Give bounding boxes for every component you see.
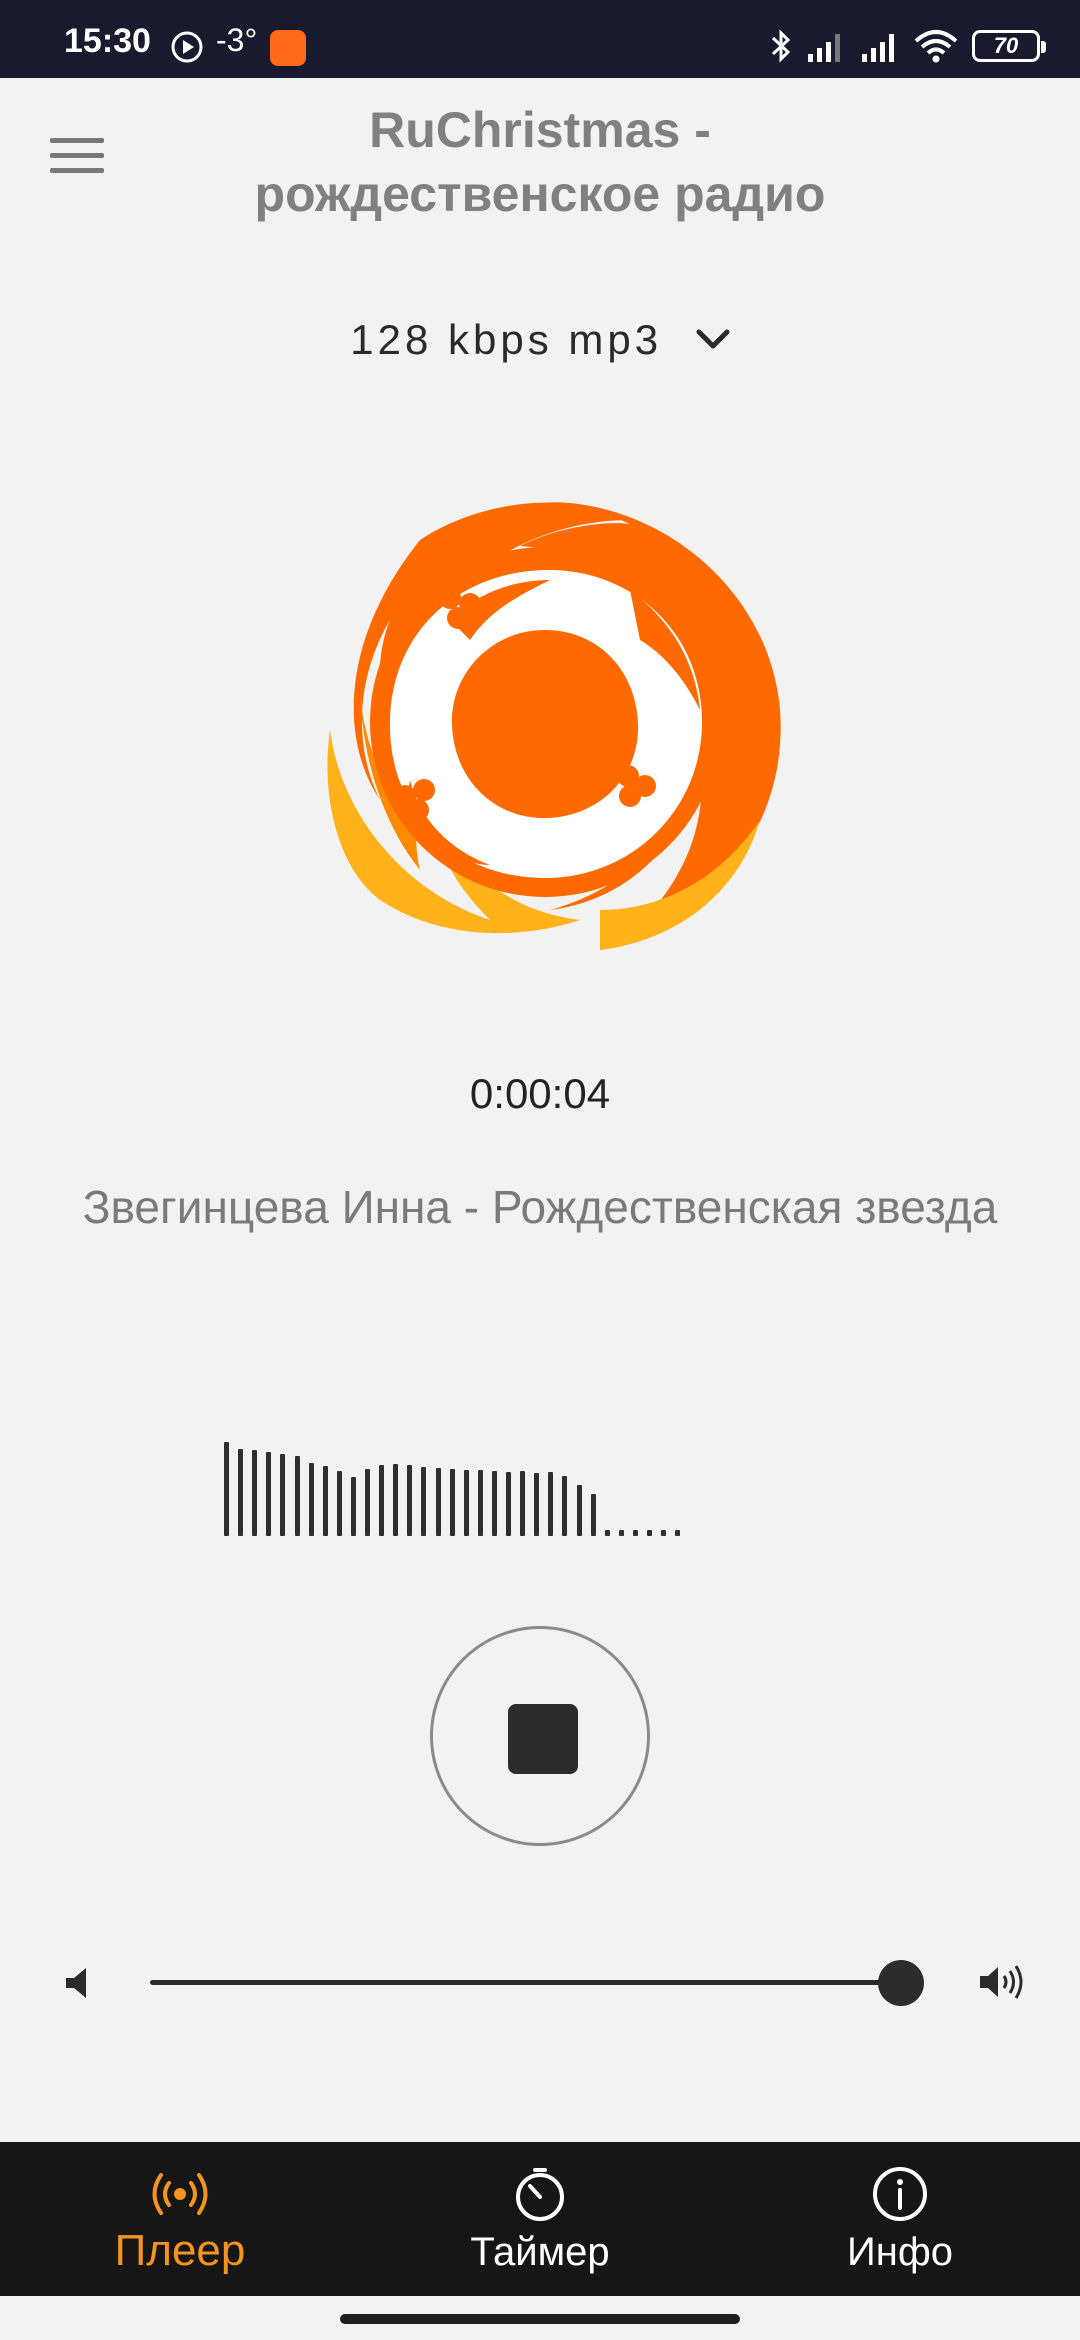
visualizer-bar [365,1469,370,1536]
visualizer-bar [322,1466,328,1536]
volume-slider-track[interactable] [150,1980,924,1985]
timer-icon [516,2168,564,2221]
gesture-bar-area [0,2296,1080,2340]
menu-icon[interactable] [50,138,104,178]
track-title: Звегинцева Инна - Рождественская звезда [82,1181,998,1233]
volume-high-icon[interactable] [978,1962,1028,2002]
bitrate-dropdown[interactable]: 128 kbps mp3 [0,316,1080,364]
visualizer-bar [224,1442,229,1536]
audio-visualizer [220,1440,840,1536]
battery-level: 70 [993,33,1019,58]
status-time: 15:30 [64,22,151,60]
visualizer-bar [604,1530,610,1536]
bitrate-label: 128 kbps mp3 [350,316,663,363]
volume-slider-thumb[interactable] [877,1960,924,2006]
broadcast-icon [152,2173,208,2215]
stop-icon [508,1704,578,1774]
chevron-down-icon [696,329,730,349]
page-title: RuChristmas - рождественское радио [180,98,900,226]
signal-icon [808,34,840,62]
visualizer-bar [661,1530,667,1536]
media-play-icon [171,31,203,63]
visualizer-bar [238,1449,244,1536]
title-line-1: RuChristmas - [369,102,711,158]
visualizer-bar [506,1472,511,1536]
station-logo [327,501,781,950]
visualizer-bar [421,1467,427,1536]
nav-item-timer[interactable]: Таймер [360,2142,720,2296]
visualizer-bar [266,1452,272,1536]
visualizer-bar [520,1471,526,1536]
visualizer-bar [252,1450,258,1536]
nav-label-timer: Таймер [470,2230,610,2274]
visualizer-bar [534,1473,540,1536]
info-icon [873,2167,927,2221]
visualizer-bar [647,1530,652,1536]
visualizer-bar [632,1530,638,1536]
home-indicator[interactable] [340,2314,740,2324]
volume-low-icon[interactable] [64,1966,94,2000]
nav-label-info: Инфо [847,2230,953,2274]
visualizer-bar [463,1470,469,1536]
nav-item-info[interactable]: Инфо [720,2142,1080,2296]
visualizer-bar [618,1530,624,1536]
nav-item-player[interactable]: Плеер [0,2142,360,2296]
nav-label-player: Плеер [114,2226,246,2275]
visualizer-bar [548,1472,554,1536]
visualizer-bar [576,1485,582,1536]
elapsed-time: 0:00:04 [469,1070,611,1117]
wifi-icon [914,30,958,63]
bottom-navigation: Плеер Таймер Инфо [0,2142,1080,2296]
visualizer-bar [308,1463,314,1536]
status-bar: 15:30 -3° 70 [0,0,1080,78]
status-temperature: -3° [216,22,258,58]
visualizer-bar [336,1471,342,1536]
visualizer-bar [280,1454,286,1536]
signal-2-icon [862,34,894,62]
battery-indicator: 70 [972,30,1046,62]
visualizer-bar [449,1469,455,1536]
visualizer-bar [350,1477,356,1536]
visualizer-bar [379,1465,385,1536]
app-notification-icon [270,30,306,66]
visualizer-bar [477,1470,483,1536]
stop-button[interactable] [430,1626,650,1846]
visualizer-bar [590,1494,596,1536]
visualizer-bar [435,1468,441,1536]
visualizer-bar [393,1464,399,1536]
visualizer-bar [294,1456,300,1536]
visualizer-bar [675,1530,681,1536]
title-line-2: рождественское радио [254,166,826,222]
bluetooth-icon [771,29,791,63]
visualizer-bar [562,1476,568,1536]
visualizer-bar [491,1471,497,1536]
visualizer-bar [407,1465,413,1536]
